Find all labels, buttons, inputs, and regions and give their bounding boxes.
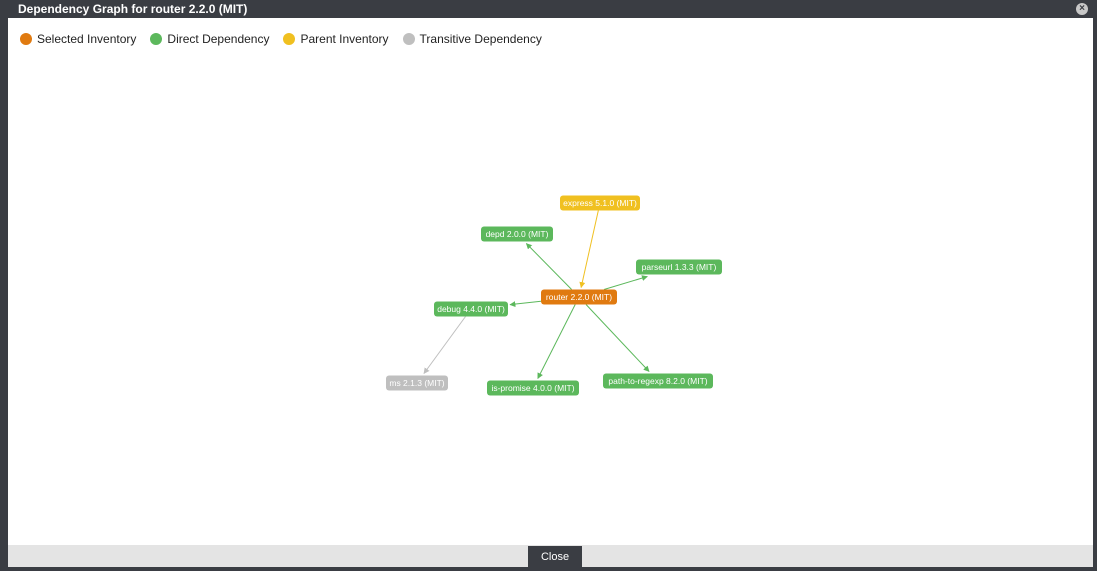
graph-node-ms[interactable]: ms 2.1.3 (MIT) xyxy=(386,375,448,391)
graph-node-depd[interactable]: depd 2.0.0 (MIT) xyxy=(481,226,553,242)
graph-node-path-to-regexp[interactable]: path-to-regexp 8.2.0 (MIT) xyxy=(603,373,713,389)
graph-node-debug[interactable]: debug 4.4.0 (MIT) xyxy=(434,301,508,317)
graph-node-parseurl[interactable]: parseurl 1.3.3 (MIT) xyxy=(636,259,722,275)
graph-node-label: parseurl 1.3.3 (MIT) xyxy=(642,262,717,272)
edge-debug-to-ms xyxy=(423,316,466,374)
edge-express-to-router xyxy=(579,210,599,289)
graph-node-label: path-to-regexp 8.2.0 (MIT) xyxy=(608,376,707,386)
graph-node-router[interactable]: router 2.2.0 (MIT) xyxy=(541,289,617,305)
graph-node-is-promise[interactable]: is-promise 4.0.0 (MIT) xyxy=(487,380,579,396)
edge-router-to-depd xyxy=(525,243,572,290)
edge-router-to-path-to-regexp xyxy=(585,304,650,372)
dialog-footer: Close xyxy=(8,545,1093,567)
graph-node-label: ms 2.1.3 (MIT) xyxy=(389,378,444,388)
graph-node-label: is-promise 4.0.0 (MIT) xyxy=(491,383,574,393)
close-icon[interactable]: × xyxy=(1076,3,1088,15)
nodes-layer: router 2.2.0 (MIT) express 5.1.0 (MIT) dep… xyxy=(386,195,722,396)
graph-node-label: router 2.2.0 (MIT) xyxy=(546,292,612,302)
edge-router-to-parseurl xyxy=(603,275,648,290)
dependency-graph-dialog: Dependency Graph for router 2.2.0 (MIT) … xyxy=(0,0,1097,571)
dependency-graph-canvas: router 2.2.0 (MIT) express 5.1.0 (MIT) dep… xyxy=(386,195,722,396)
graph-node-express[interactable]: express 5.1.0 (MIT) xyxy=(560,195,640,211)
close-button[interactable]: Close xyxy=(528,546,582,567)
graph-node-label: debug 4.4.0 (MIT) xyxy=(437,304,505,314)
graph-node-label: express 5.1.0 (MIT) xyxy=(563,198,637,208)
dialog-titlebar: Dependency Graph for router 2.2.0 (MIT) … xyxy=(8,0,1093,18)
edge-router-to-is-promise xyxy=(537,304,576,380)
graph-node-label: depd 2.0.0 (MIT) xyxy=(486,229,549,239)
dialog-title: Dependency Graph for router 2.2.0 (MIT) xyxy=(18,2,248,16)
edge-router-to-debug xyxy=(509,300,542,308)
